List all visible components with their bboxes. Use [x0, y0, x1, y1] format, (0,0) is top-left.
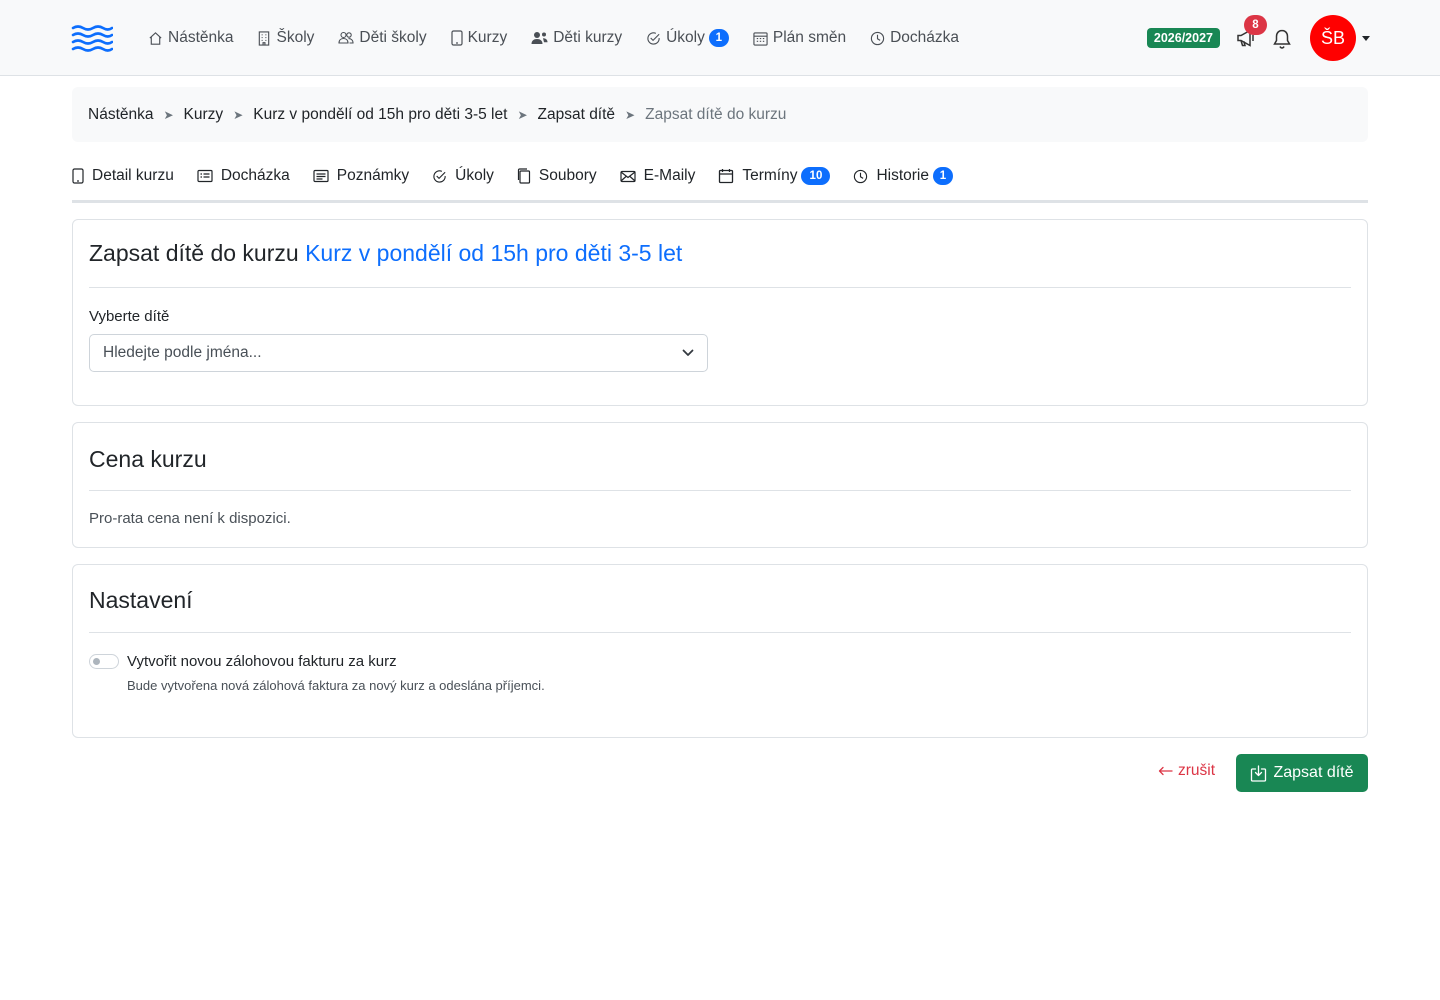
- breadcrumb-item-course[interactable]: Kurz v pondělí od 15h pro děti 3-5 let: [253, 106, 507, 124]
- nav-link-label: Děti školy: [359, 29, 427, 46]
- chevron-down-icon: [682, 349, 694, 357]
- tab-history[interactable]: Historie 1: [853, 167, 953, 185]
- check-circle-icon: [432, 169, 447, 184]
- breadcrumb-separator: ➤: [625, 107, 636, 122]
- notes-icon: [313, 169, 329, 183]
- enroll-card-title: Zapsat dítě do kurzu Kurz v pondělí od 1…: [89, 220, 1351, 288]
- card-list-icon: [197, 169, 213, 183]
- terms-count-badge: 10: [801, 167, 831, 185]
- invoice-switch-label[interactable]: Vytvořit novou zálohovou fakturu za kurz: [127, 653, 397, 670]
- tab-terms[interactable]: Termíny 10: [718, 167, 831, 185]
- nav-link-attendance[interactable]: Docházka: [870, 29, 959, 47]
- calendar-icon: [718, 168, 734, 184]
- child-select-label: Vyberte dítě: [89, 308, 170, 325]
- bell-icon: [1272, 28, 1292, 49]
- nav-link-shift-plan[interactable]: Plán směn: [753, 29, 846, 47]
- tablet-icon: [72, 168, 84, 184]
- nav-link-label: Děti kurzy: [553, 29, 623, 46]
- waves-logo-icon[interactable]: [71, 24, 113, 54]
- tab-emails[interactable]: E-Maily: [620, 167, 696, 185]
- enroll-card: Zapsat dítě do kurzu Kurz v pondělí od 1…: [72, 219, 1368, 406]
- settings-card: Nastavení Vytvořit novou zálohovou faktu…: [72, 564, 1368, 738]
- announcements-count-badge: 8: [1244, 15, 1267, 35]
- child-select[interactable]: Hledejte podle jména...: [89, 334, 708, 372]
- settings-card-title: Nastavení: [89, 565, 1351, 633]
- child-select-placeholder: Hledejte podle jména...: [103, 344, 262, 361]
- arrow-left-icon: [1158, 766, 1173, 776]
- nav-link-label: Školy: [276, 29, 315, 46]
- school-year-badge[interactable]: 2026/2027: [1146, 28, 1220, 48]
- calendar-grid-icon: [753, 31, 768, 46]
- price-card-title: Cena kurzu: [89, 423, 1351, 491]
- nav-link-label: Nástěnka: [168, 29, 234, 46]
- clock-icon: [853, 169, 868, 184]
- tab-notes[interactable]: Poznámky: [313, 167, 409, 185]
- tab-attendance[interactable]: Docházka: [197, 167, 290, 185]
- breadcrumb-separator: ➤: [233, 107, 244, 122]
- breadcrumb-item-dashboard[interactable]: Nástěnka: [88, 106, 153, 124]
- invoice-toggle-switch[interactable]: [89, 654, 119, 669]
- tab-label: E-Maily: [643, 167, 696, 184]
- enroll-submit-button[interactable]: Zapsat dítě: [1236, 754, 1368, 792]
- top-navbar: Nástěnka Školy Děti školy Kurzy Děti kur…: [0, 0, 1440, 76]
- house-icon: [148, 31, 163, 46]
- price-card: Cena kurzu Pro-rata cena není k dispozic…: [72, 422, 1368, 548]
- people-icon: [338, 31, 354, 45]
- course-link[interactable]: Kurz v pondělí od 15h pro děti 3-5 let: [305, 240, 682, 266]
- nav-link-school-children[interactable]: Děti školy: [338, 29, 427, 47]
- envelope-icon: [620, 170, 636, 183]
- user-avatar[interactable]: ŠB: [1310, 15, 1356, 61]
- nav-link-label: Kurzy: [467, 29, 508, 46]
- tab-label: Detail kurzu: [92, 167, 174, 184]
- tab-label: Historie: [876, 167, 929, 184]
- notifications-button[interactable]: [1272, 28, 1292, 49]
- breadcrumb-item-enroll[interactable]: Zapsat dítě: [538, 106, 616, 124]
- tablet-icon: [450, 30, 463, 46]
- nav-link-dashboard[interactable]: Nástěnka: [148, 29, 233, 47]
- tab-course-detail[interactable]: Detail kurzu: [72, 167, 174, 185]
- breadcrumb: Nástěnka ➤ Kurzy ➤ Kurz v pondělí od 15h…: [72, 87, 1368, 142]
- tab-label: Poznámky: [336, 167, 410, 184]
- check-circle-icon: [646, 31, 661, 46]
- breadcrumb-item-current: Zapsat dítě do kurzu: [645, 105, 787, 123]
- tab-label: Termíny: [742, 167, 798, 184]
- nav-right: 2026/2027 8 ŠB: [1146, 0, 1370, 76]
- nav-link-label: Úkoly: [666, 29, 705, 46]
- tab-tasks[interactable]: Úkoly: [432, 167, 494, 185]
- files-icon: [517, 168, 531, 184]
- main-nav: Nástěnka Školy Děti školy Kurzy Děti kur…: [148, 0, 983, 76]
- announcements-button[interactable]: 8: [1236, 15, 1267, 48]
- submit-label: Zapsat dítě: [1273, 764, 1354, 781]
- nav-link-courses[interactable]: Kurzy: [450, 29, 508, 47]
- user-menu-caret[interactable]: [1362, 35, 1370, 41]
- history-count-badge: 1: [933, 167, 953, 185]
- tab-label: Docházka: [220, 167, 290, 184]
- course-tabs: Detail kurzu Docházka Poznámky Úkoly Sou…: [72, 160, 1368, 203]
- cancel-link[interactable]: zrušit: [1158, 762, 1215, 780]
- people-fill-icon: [531, 31, 548, 45]
- tab-label: Úkoly: [455, 167, 494, 184]
- breadcrumb-separator: ➤: [163, 107, 174, 122]
- nav-link-label: Plán směn: [772, 29, 847, 46]
- price-info-text: Pro-rata cena není k dispozici.: [89, 510, 291, 527]
- invoice-help-text: Bude vytvořena nová zálohová faktura za …: [127, 678, 545, 693]
- nav-link-tasks[interactable]: Úkoly 1: [646, 29, 729, 47]
- tab-label: Soubory: [538, 167, 597, 184]
- tasks-count-badge: 1: [708, 29, 729, 47]
- nav-link-course-children[interactable]: Děti kurzy: [531, 29, 622, 47]
- breadcrumb-item-courses[interactable]: Kurzy: [184, 106, 224, 124]
- breadcrumb-separator: ➤: [517, 107, 528, 122]
- tab-files[interactable]: Soubory: [517, 167, 597, 185]
- cancel-label: zrušit: [1178, 762, 1216, 779]
- invoice-switch-row: Vytvořit novou zálohovou fakturu za kurz: [89, 653, 1351, 670]
- building-icon: [257, 30, 271, 46]
- clock-icon: [870, 31, 885, 46]
- nav-link-schools[interactable]: Školy: [257, 29, 314, 47]
- enroll-title-prefix: Zapsat dítě do kurzu: [89, 240, 299, 266]
- nav-link-label: Docházka: [890, 29, 960, 46]
- download-box-icon: [1250, 764, 1267, 782]
